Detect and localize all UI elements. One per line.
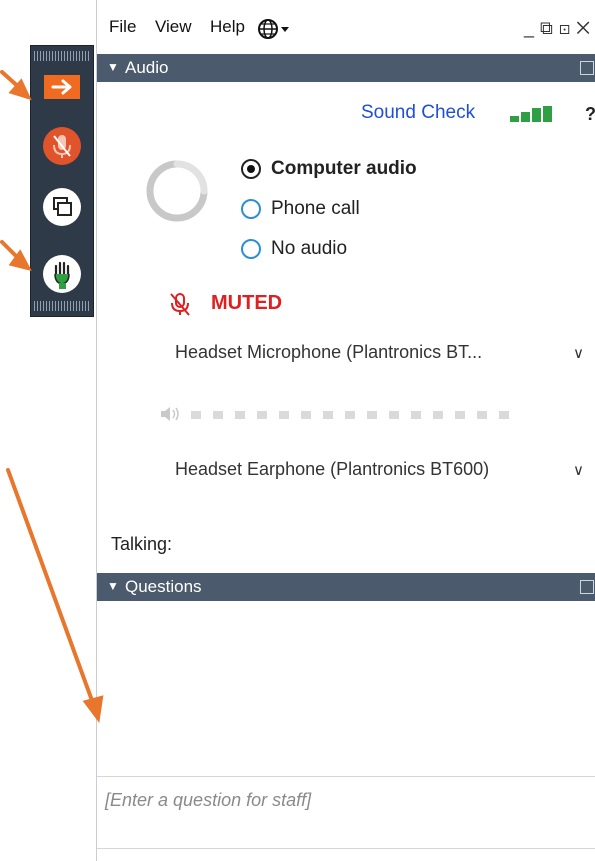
radio-computer-audio[interactable]: Computer audio xyxy=(241,158,417,180)
popout-section-icon[interactable] xyxy=(580,580,594,594)
restore-button[interactable]: ⧉ xyxy=(540,18,559,38)
question-input[interactable]: [Enter a question for staff] xyxy=(105,790,311,811)
close-button[interactable]: ✕ xyxy=(576,18,595,38)
screens-icon xyxy=(53,197,72,216)
menu-bar: File View Help _⧉⊡✕ xyxy=(97,0,595,54)
collapse-panel-button[interactable] xyxy=(44,75,80,99)
microphone-select[interactable]: Headset Microphone (Plantronics BT... xyxy=(175,342,482,363)
raise-hand-icon xyxy=(54,261,70,289)
control-panel-window: File View Help _⧉⊡✕ ▼ Audio Sound Check … xyxy=(96,0,595,861)
muted-status: MUTED xyxy=(211,292,283,314)
raise-hand-button[interactable] xyxy=(43,255,81,293)
language-menu[interactable] xyxy=(257,18,301,45)
menu-help[interactable]: Help xyxy=(210,17,245,37)
chevron-down-icon[interactable]: ∨ xyxy=(573,344,584,362)
radio-unselected-icon xyxy=(241,238,261,259)
speaker-volume-icon xyxy=(161,407,179,421)
arrow-right-icon xyxy=(51,79,72,95)
microphone-device-name: Headset Microphone (Plantronics BT... xyxy=(175,342,483,362)
popout-section-icon[interactable] xyxy=(580,61,594,75)
speaker-device-name: Headset Earphone (Plantronics BT600) xyxy=(175,459,490,479)
collapse-triangle-icon: ▼ xyxy=(107,579,119,593)
audio-section-header[interactable]: ▼ Audio xyxy=(97,54,595,82)
microphone-muted-icon[interactable] xyxy=(167,291,193,317)
radio-phone-call[interactable]: Phone call xyxy=(241,198,360,220)
signal-strength-icon xyxy=(510,106,552,122)
question-input-placeholder: [Enter a question for staff] xyxy=(105,790,312,810)
window-controls: _⧉⊡✕ xyxy=(524,18,595,39)
help-icon[interactable]: ? xyxy=(585,104,595,125)
microphone-mute-button[interactable] xyxy=(43,127,81,165)
globe-icon xyxy=(258,19,289,39)
toolbar-grip-bottom[interactable] xyxy=(34,301,90,311)
sound-check-link[interactable]: Sound Check xyxy=(361,102,475,124)
divider xyxy=(97,776,595,777)
chevron-down-icon[interactable]: ∨ xyxy=(573,461,584,479)
radio-unselected-icon xyxy=(241,198,261,219)
collapse-triangle-icon: ▼ xyxy=(107,60,119,74)
menu-view[interactable]: View xyxy=(155,17,192,37)
screens-button[interactable] xyxy=(43,188,81,226)
radio-label: No audio xyxy=(271,238,348,259)
microphone-muted-icon xyxy=(53,135,71,158)
speaker-select[interactable]: Headset Earphone (Plantronics BT600) xyxy=(175,459,489,480)
radio-selected-icon xyxy=(241,158,261,179)
radio-label: Computer audio xyxy=(271,158,417,179)
questions-section-header[interactable]: ▼ Questions xyxy=(97,573,595,601)
radio-label: Phone call xyxy=(271,198,360,219)
radio-no-audio[interactable]: No audio xyxy=(241,238,347,260)
minimize-button[interactable]: _ xyxy=(524,18,540,38)
popout-button[interactable]: ⊡ xyxy=(559,18,576,38)
audio-section-title: Audio xyxy=(125,58,169,77)
toolbar-grip-top[interactable] xyxy=(34,51,90,61)
divider xyxy=(97,848,595,849)
connecting-spinner-icon xyxy=(146,160,208,222)
floating-toolbar xyxy=(30,45,94,317)
volume-level-meter xyxy=(191,411,509,419)
questions-section-title: Questions xyxy=(125,577,202,596)
menu-file[interactable]: File xyxy=(109,17,136,37)
talking-label: Talking: xyxy=(111,534,173,554)
